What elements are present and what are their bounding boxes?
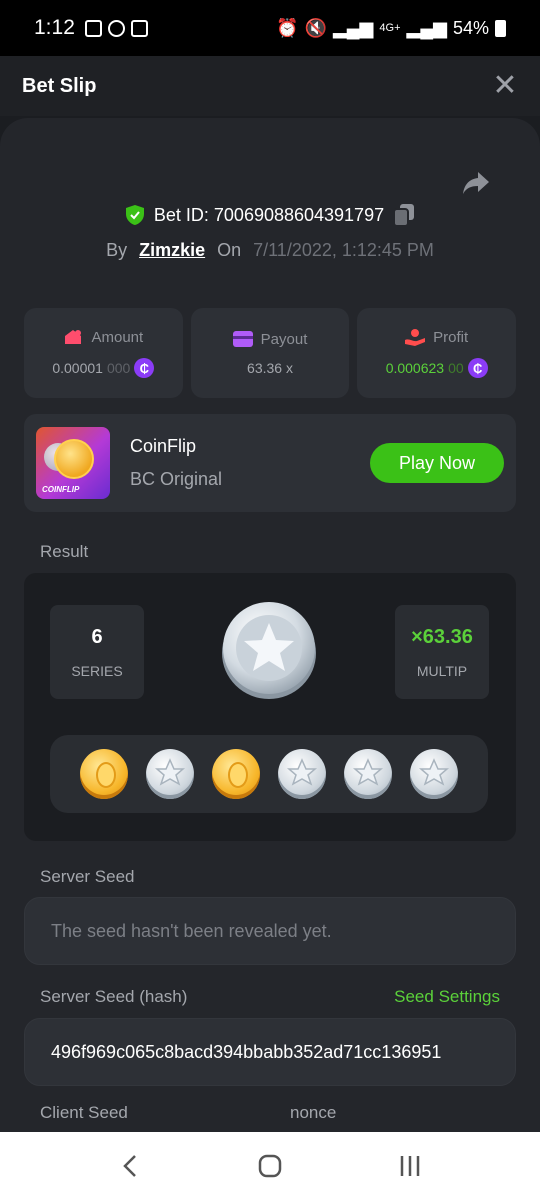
series-value: 6 xyxy=(91,625,103,648)
profit-hand-icon xyxy=(405,329,426,346)
signal-icon: ▂▄▆ xyxy=(332,17,374,38)
recents-icon[interactable] xyxy=(390,1146,430,1186)
username-link[interactable]: Zimzkie xyxy=(139,240,205,261)
bet-id-row: Bet ID: 70069088604391797 xyxy=(0,204,540,226)
multiplier-label: MULTIP xyxy=(416,662,468,679)
system-nav-bar xyxy=(0,1132,540,1200)
battery-icon xyxy=(495,19,506,37)
battery-percent: 54% xyxy=(452,17,489,38)
mute-icon: 🔇 xyxy=(304,17,327,38)
stat-amount-value: 0.00001 000 ₵ xyxy=(52,358,155,378)
seed-settings-link[interactable]: Seed Settings xyxy=(394,987,500,1007)
profit-value-dim: 00 xyxy=(448,360,464,376)
stat-profit: Profit 0.000623 00 ₵ xyxy=(357,308,517,398)
silver-coin-icon xyxy=(146,749,194,799)
bet-id: Bet ID: 70069088604391797 xyxy=(153,204,385,225)
stat-payout-value: 63.36 x xyxy=(247,360,293,376)
stat-profit-value: 0.000623 00 ₵ xyxy=(386,358,488,378)
game-card: COINFLIP CoinFlip BC Original Play Now xyxy=(24,414,516,512)
bet-slip-header: Bet Slip ✕ xyxy=(0,56,540,116)
alarm-icon: ⏰ xyxy=(276,17,299,38)
system-icons: ⏰ 🔇 ▂▄▆ 4G+ ▂▄▆ 54% xyxy=(276,18,506,39)
verified-shield-icon xyxy=(125,205,144,225)
profit-value-main: 0.000623 xyxy=(385,360,445,376)
server-seed-hash-label: Server Seed (hash) xyxy=(40,987,188,1006)
play-now-button[interactable]: Play Now xyxy=(370,443,504,483)
result-label: Result xyxy=(40,542,89,561)
bet-stats: Amount 0.00001 000 ₵ Payout 63.36 x Profi… xyxy=(24,308,517,398)
amount-value-main: 0.00001 xyxy=(52,360,103,376)
close-icon[interactable]: ✕ xyxy=(492,71,518,101)
result-panel: 6 SERIES ×63.36 MULTIP xyxy=(24,573,516,841)
stat-payout-label: Payout xyxy=(260,330,308,348)
gallery-icon xyxy=(84,19,102,37)
back-icon[interactable] xyxy=(110,1146,150,1186)
game-provider: BC Original xyxy=(130,469,223,489)
server-seed-label: Server Seed xyxy=(40,867,135,886)
stat-profit-label: Profit xyxy=(433,328,469,346)
series-label: SERIES xyxy=(71,662,123,679)
silver-coin-icon xyxy=(410,749,458,799)
page-title: Bet Slip xyxy=(22,74,97,97)
server-seed-field[interactable]: The seed hasn't been revealed yet. xyxy=(24,897,516,965)
result-coin-silver-icon xyxy=(222,602,316,699)
on-label: On xyxy=(217,240,242,260)
payout-wallet-icon xyxy=(232,331,253,347)
share-icon[interactable] xyxy=(462,170,490,196)
stat-amount: Amount 0.00001 000 ₵ xyxy=(24,308,183,398)
currency-coin-icon: ₵ xyxy=(134,358,155,378)
series-box: 6 SERIES xyxy=(50,605,144,699)
status-bar: 1:12 ⏰ 🔇 ▂▄▆ 4G+ ▂▄▆ 54% xyxy=(0,0,540,56)
client-seed-label: Client Seed xyxy=(40,1103,128,1122)
thumbnail-tag: COINFLIP xyxy=(42,485,80,494)
status-time: 1:12 xyxy=(34,16,75,39)
game-name: CoinFlip xyxy=(130,436,197,456)
bet-slip-sheet: Bet ID: 70069088604391797 By Zimzkie On … xyxy=(0,118,540,1132)
check-icon xyxy=(130,19,148,37)
coinflip-thumbnail[interactable]: COINFLIP xyxy=(36,427,110,499)
nonce-label: nonce xyxy=(290,1103,337,1122)
gold-coin-icon xyxy=(212,749,260,799)
home-icon[interactable] xyxy=(250,1146,290,1186)
amount-icon xyxy=(65,330,82,344)
multiplier-box: ×63.36 MULTIP xyxy=(395,605,489,699)
copy-icon[interactable] xyxy=(394,204,415,226)
stat-payout: Payout 63.36 x xyxy=(190,308,350,398)
silver-coin-icon xyxy=(278,749,326,799)
by-label: By xyxy=(106,240,128,260)
coin-sequence xyxy=(50,735,488,813)
payout-value: 63.36 x xyxy=(247,359,293,376)
notification-icons xyxy=(84,19,148,37)
server-seed-hash-field[interactable]: 496f969c065c8bacd394bbabb352ad71cc136951 xyxy=(24,1018,516,1086)
silver-coin-icon xyxy=(344,749,392,799)
network-type: 4G+ xyxy=(379,22,401,34)
bet-date: 7/11/2022, 1:12:45 PM xyxy=(253,240,434,260)
currency-coin-icon: ₵ xyxy=(467,358,488,378)
amount-value-dim: 000 xyxy=(106,360,131,376)
multiplier-value: ×63.36 xyxy=(411,625,473,648)
signal-icon-2: ▂▄▆ xyxy=(406,17,447,38)
stat-amount-label: Amount xyxy=(91,328,144,346)
app-notification-icon xyxy=(107,19,125,37)
bet-meta-row: By Zimzkie On 7/11/2022, 1:12:45 PM xyxy=(0,240,540,261)
gold-coin-icon xyxy=(80,749,128,799)
